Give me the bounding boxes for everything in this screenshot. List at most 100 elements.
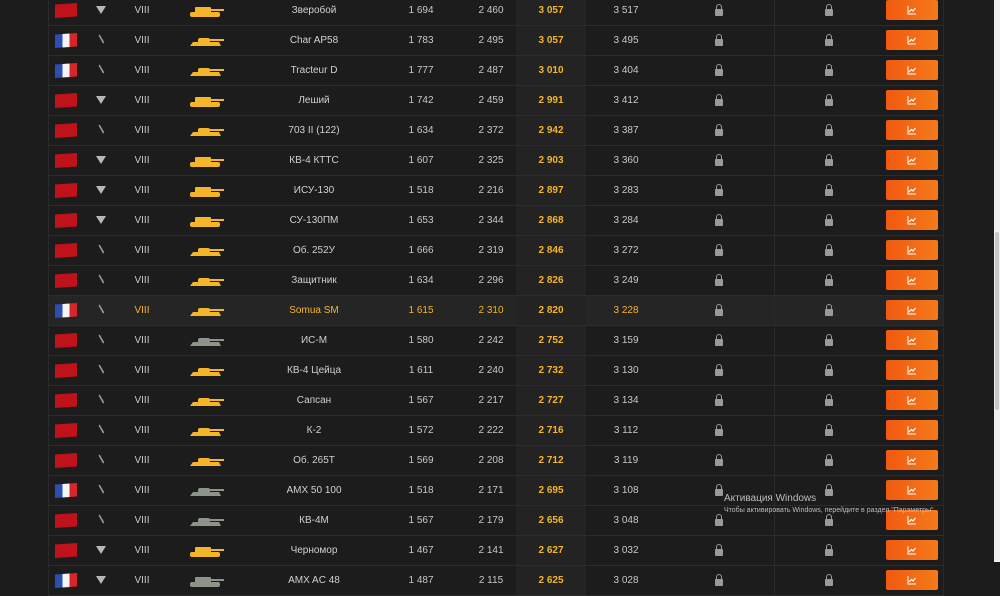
table-row[interactable]: VIII Зверобой 1 694 2 460 3 057 3 517 — [49, 0, 943, 26]
chart-button[interactable] — [886, 120, 938, 140]
lock-icon — [825, 423, 833, 436]
chart-button[interactable] — [886, 180, 938, 200]
stat-4: 3 134 — [613, 395, 639, 406]
chart-button[interactable] — [886, 60, 938, 80]
table-row[interactable]: // VIII Защитник 1 634 2 296 2 826 3 249 — [49, 266, 943, 296]
stat-3: 2 820 — [516, 296, 586, 325]
tank-name[interactable]: ИСУ-130 — [239, 176, 389, 205]
chart-button[interactable] — [886, 240, 938, 260]
chart-trend-icon — [907, 396, 916, 405]
lock-icon — [715, 543, 723, 556]
tank-name[interactable]: СУ-130ПМ — [239, 206, 389, 235]
table-row[interactable]: // VIII Об. 252У 1 666 2 319 2 846 3 272 — [49, 236, 943, 266]
tank-name[interactable]: Tracteur D — [239, 56, 389, 85]
scrollbar-thumb[interactable] — [995, 232, 999, 410]
chart-button[interactable] — [886, 390, 938, 410]
table-row[interactable]: // VIII КВ-4 Цейца 1 611 2 240 2 732 3 1… — [49, 356, 943, 386]
stat-4: 3 159 — [613, 335, 639, 346]
tier-label: VIII — [134, 425, 150, 436]
tier-label: VIII — [134, 335, 150, 346]
stat-2: 2 372 — [478, 125, 504, 136]
stat-1: 1 607 — [408, 155, 434, 166]
table-row[interactable]: // VIII К-2 1 572 2 222 2 716 3 112 — [49, 416, 943, 446]
table-row[interactable]: // VIII Char AP58 1 783 2 495 3 057 3 49… — [49, 26, 943, 56]
windows-activation-watermark: Активация Windows Чтобы активировать Win… — [724, 493, 935, 514]
tank-silhouette-icon — [189, 296, 229, 325]
stat-4: 3 249 — [613, 275, 639, 286]
stat-3: 3 057 — [516, 0, 586, 25]
table-row[interactable]: // VIII Об. 265Т 1 569 2 208 2 712 3 119 — [49, 446, 943, 476]
lock-icon — [715, 273, 723, 286]
chart-button[interactable] — [886, 330, 938, 350]
tank-name[interactable]: Защитник — [239, 266, 389, 295]
stat-3: 2 716 — [516, 416, 586, 445]
tank-name[interactable]: Зверобой — [239, 0, 389, 25]
chart-button[interactable] — [886, 30, 938, 50]
chart-button[interactable] — [886, 570, 938, 590]
tank-name[interactable]: Сапсан — [239, 386, 389, 415]
scrollbar[interactable] — [994, 0, 1000, 562]
tank-name[interactable]: Леший — [239, 86, 389, 115]
chart-button[interactable] — [886, 420, 938, 440]
france-flag-icon — [55, 573, 77, 588]
lock-icon — [825, 303, 833, 316]
medium-tank-type-icon: // — [95, 65, 106, 76]
tier-label: VIII — [134, 35, 150, 46]
chart-button[interactable] — [886, 150, 938, 170]
stat-4: 3 272 — [613, 245, 639, 256]
chart-button[interactable] — [886, 300, 938, 320]
table-row[interactable]: VIII AMX AC 48 1 487 2 115 2 625 3 028 — [49, 566, 943, 596]
table-row[interactable]: VIII СУ-130ПМ 1 653 2 344 2 868 3 284 — [49, 206, 943, 236]
table-row[interactable]: // VIII Tracteur D 1 777 2 487 3 010 3 4… — [49, 56, 943, 86]
table-row[interactable]: // VIII 703 II (122) 1 634 2 372 2 942 3… — [49, 116, 943, 146]
tank-name[interactable]: КВ-4М — [239, 506, 389, 535]
table-row[interactable]: VIII Леший 1 742 2 459 2 991 3 412 — [49, 86, 943, 116]
tank-name[interactable]: ИС-М — [239, 326, 389, 355]
medium-tank-type-icon: // — [95, 245, 106, 256]
tank-name[interactable]: AMX 50 100 — [239, 476, 389, 505]
chart-button[interactable] — [886, 360, 938, 380]
table-row[interactable]: VIII КВ-4 КТТС 1 607 2 325 2 903 3 360 — [49, 146, 943, 176]
tank-name[interactable]: Черномор — [239, 536, 389, 565]
tank-name[interactable]: К-2 — [239, 416, 389, 445]
chart-trend-icon — [907, 576, 916, 585]
lock-icon — [715, 243, 723, 256]
stat-4: 3 495 — [613, 35, 639, 46]
tank-name[interactable]: Об. 252У — [239, 236, 389, 265]
stat-1: 1 567 — [408, 515, 434, 526]
tank-name[interactable]: Somua SM — [239, 296, 389, 325]
ussr-flag-icon — [55, 363, 77, 378]
stat-3: 2 727 — [516, 386, 586, 415]
heavy-tank-type-icon — [96, 96, 106, 105]
stat-2: 2 216 — [478, 185, 504, 196]
tank-name[interactable]: Char AP58 — [239, 26, 389, 55]
stat-3: 2 695 — [516, 476, 586, 505]
table-row[interactable]: // VIII Сапсан 1 567 2 217 2 727 3 134 — [49, 386, 943, 416]
chart-button[interactable] — [886, 450, 938, 470]
chart-button[interactable] — [886, 210, 938, 230]
stat-1: 1 634 — [408, 125, 434, 136]
lock-icon — [715, 123, 723, 136]
chart-button[interactable] — [886, 540, 938, 560]
lock-icon — [715, 63, 723, 76]
ussr-flag-icon — [55, 423, 77, 438]
table-row[interactable]: // VIII Somua SM 1 615 2 310 2 820 3 228 — [49, 296, 943, 326]
stat-1: 1 653 — [408, 215, 434, 226]
tank-name[interactable]: Об. 265Т — [239, 446, 389, 475]
tank-name[interactable]: 703 II (122) — [239, 116, 389, 145]
tier-label: VIII — [134, 155, 150, 166]
tank-name[interactable]: КВ-4 Цейца — [239, 356, 389, 385]
chart-button[interactable] — [886, 270, 938, 290]
tank-name[interactable]: КВ-4 КТТС — [239, 146, 389, 175]
table-row[interactable]: VIII ИСУ-130 1 518 2 216 2 897 3 283 — [49, 176, 943, 206]
tier-label: VIII — [134, 365, 150, 376]
table-row[interactable]: // VIII ИС-М 1 580 2 242 2 752 3 159 — [49, 326, 943, 356]
stat-4: 3 412 — [613, 95, 639, 106]
windows-activation-subtitle: Чтобы активировать Windows, перейдите в … — [724, 507, 936, 514]
stat-2: 2 459 — [478, 95, 504, 106]
tank-silhouette-icon — [189, 86, 229, 115]
chart-button[interactable] — [886, 0, 938, 20]
tank-name[interactable]: AMX AC 48 — [239, 566, 389, 595]
stat-2: 2 319 — [478, 245, 504, 256]
chart-button[interactable] — [886, 90, 938, 110]
